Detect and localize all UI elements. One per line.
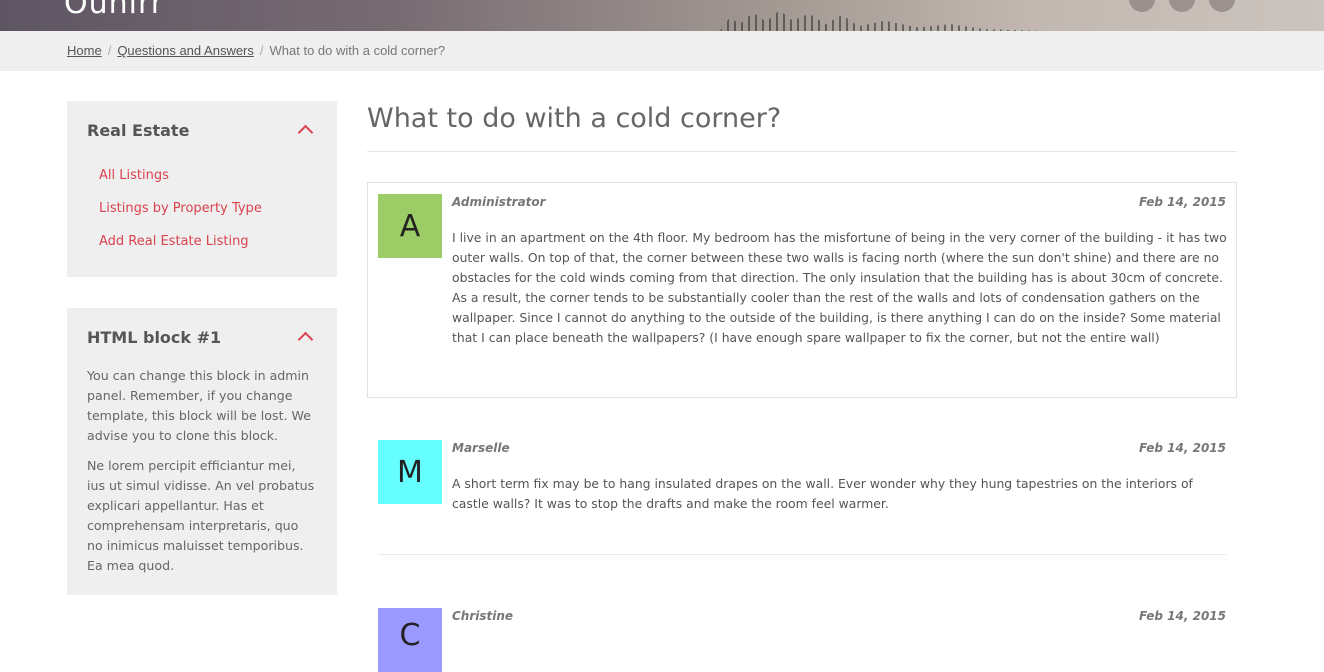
banner-tree-silhouette <box>720 10 1050 31</box>
post-date: Feb 14, 2015 <box>1138 195 1226 209</box>
header-banner: Ounirr <box>0 0 1324 31</box>
post-text: A short term fix may be to hang insulate… <box>452 476 1193 511</box>
chevron-up-icon[interactable] <box>297 331 314 348</box>
divider <box>378 554 1226 555</box>
header-social-icon[interactable] <box>1169 0 1195 12</box>
avatar: C <box>378 608 442 672</box>
avatar: A <box>378 194 442 258</box>
post-author[interactable]: Marselle <box>452 441 510 455</box>
panel-title: HTML block #1 <box>87 328 222 347</box>
html-block-paragraph: Ne lorem percipit efficiantur mei, ius u… <box>87 458 315 573</box>
divider <box>367 151 1237 152</box>
post-date: Feb 14, 2015 <box>1138 609 1226 623</box>
avatar: M <box>378 440 442 504</box>
sidebar-link-add-listing[interactable]: Add Real Estate Listing <box>99 234 249 249</box>
page-title: What to do with a cold corner? <box>367 103 782 134</box>
header-social-icon[interactable] <box>1129 0 1155 12</box>
chevron-up-icon[interactable] <box>297 124 314 141</box>
avatar-initial: M <box>397 454 423 490</box>
breadcrumb-bar: Home / Questions and Answers / What to do wi… <box>0 31 1324 71</box>
sidebar-link-listings-by-type[interactable]: Listings by Property Type <box>99 201 262 216</box>
post-text: I live in an apartment on the 4th floor.… <box>452 230 1227 345</box>
breadcrumb-separator: / <box>259 43 264 58</box>
sidebar-real-estate-panel: Real Estate All Listings Listings by Pro… <box>67 101 337 277</box>
avatar-initial: A <box>399 208 421 244</box>
breadcrumb-home-link[interactable]: Home <box>67 43 102 58</box>
html-block-paragraph: You can change this block in admin panel… <box>87 368 311 443</box>
panel-title: Real Estate <box>87 121 190 140</box>
header-social-icon[interactable] <box>1209 0 1235 12</box>
sidebar-html-block-panel: HTML block #1 You can change this block … <box>67 308 337 595</box>
post-author[interactable]: Christine <box>452 609 513 623</box>
post-author[interactable]: Administrator <box>452 195 546 209</box>
breadcrumb-separator: / <box>107 43 112 58</box>
sidebar-link-all-listings[interactable]: All Listings <box>99 168 169 183</box>
breadcrumb: Home / Questions and Answers / What to do wi… <box>67 43 445 58</box>
site-logo[interactable]: Ounirr <box>64 0 164 21</box>
post-date: Feb 14, 2015 <box>1138 441 1226 455</box>
breadcrumb-section-link[interactable]: Questions and Answers <box>117 43 254 58</box>
breadcrumb-current: What to do with a cold corner? <box>269 43 446 58</box>
